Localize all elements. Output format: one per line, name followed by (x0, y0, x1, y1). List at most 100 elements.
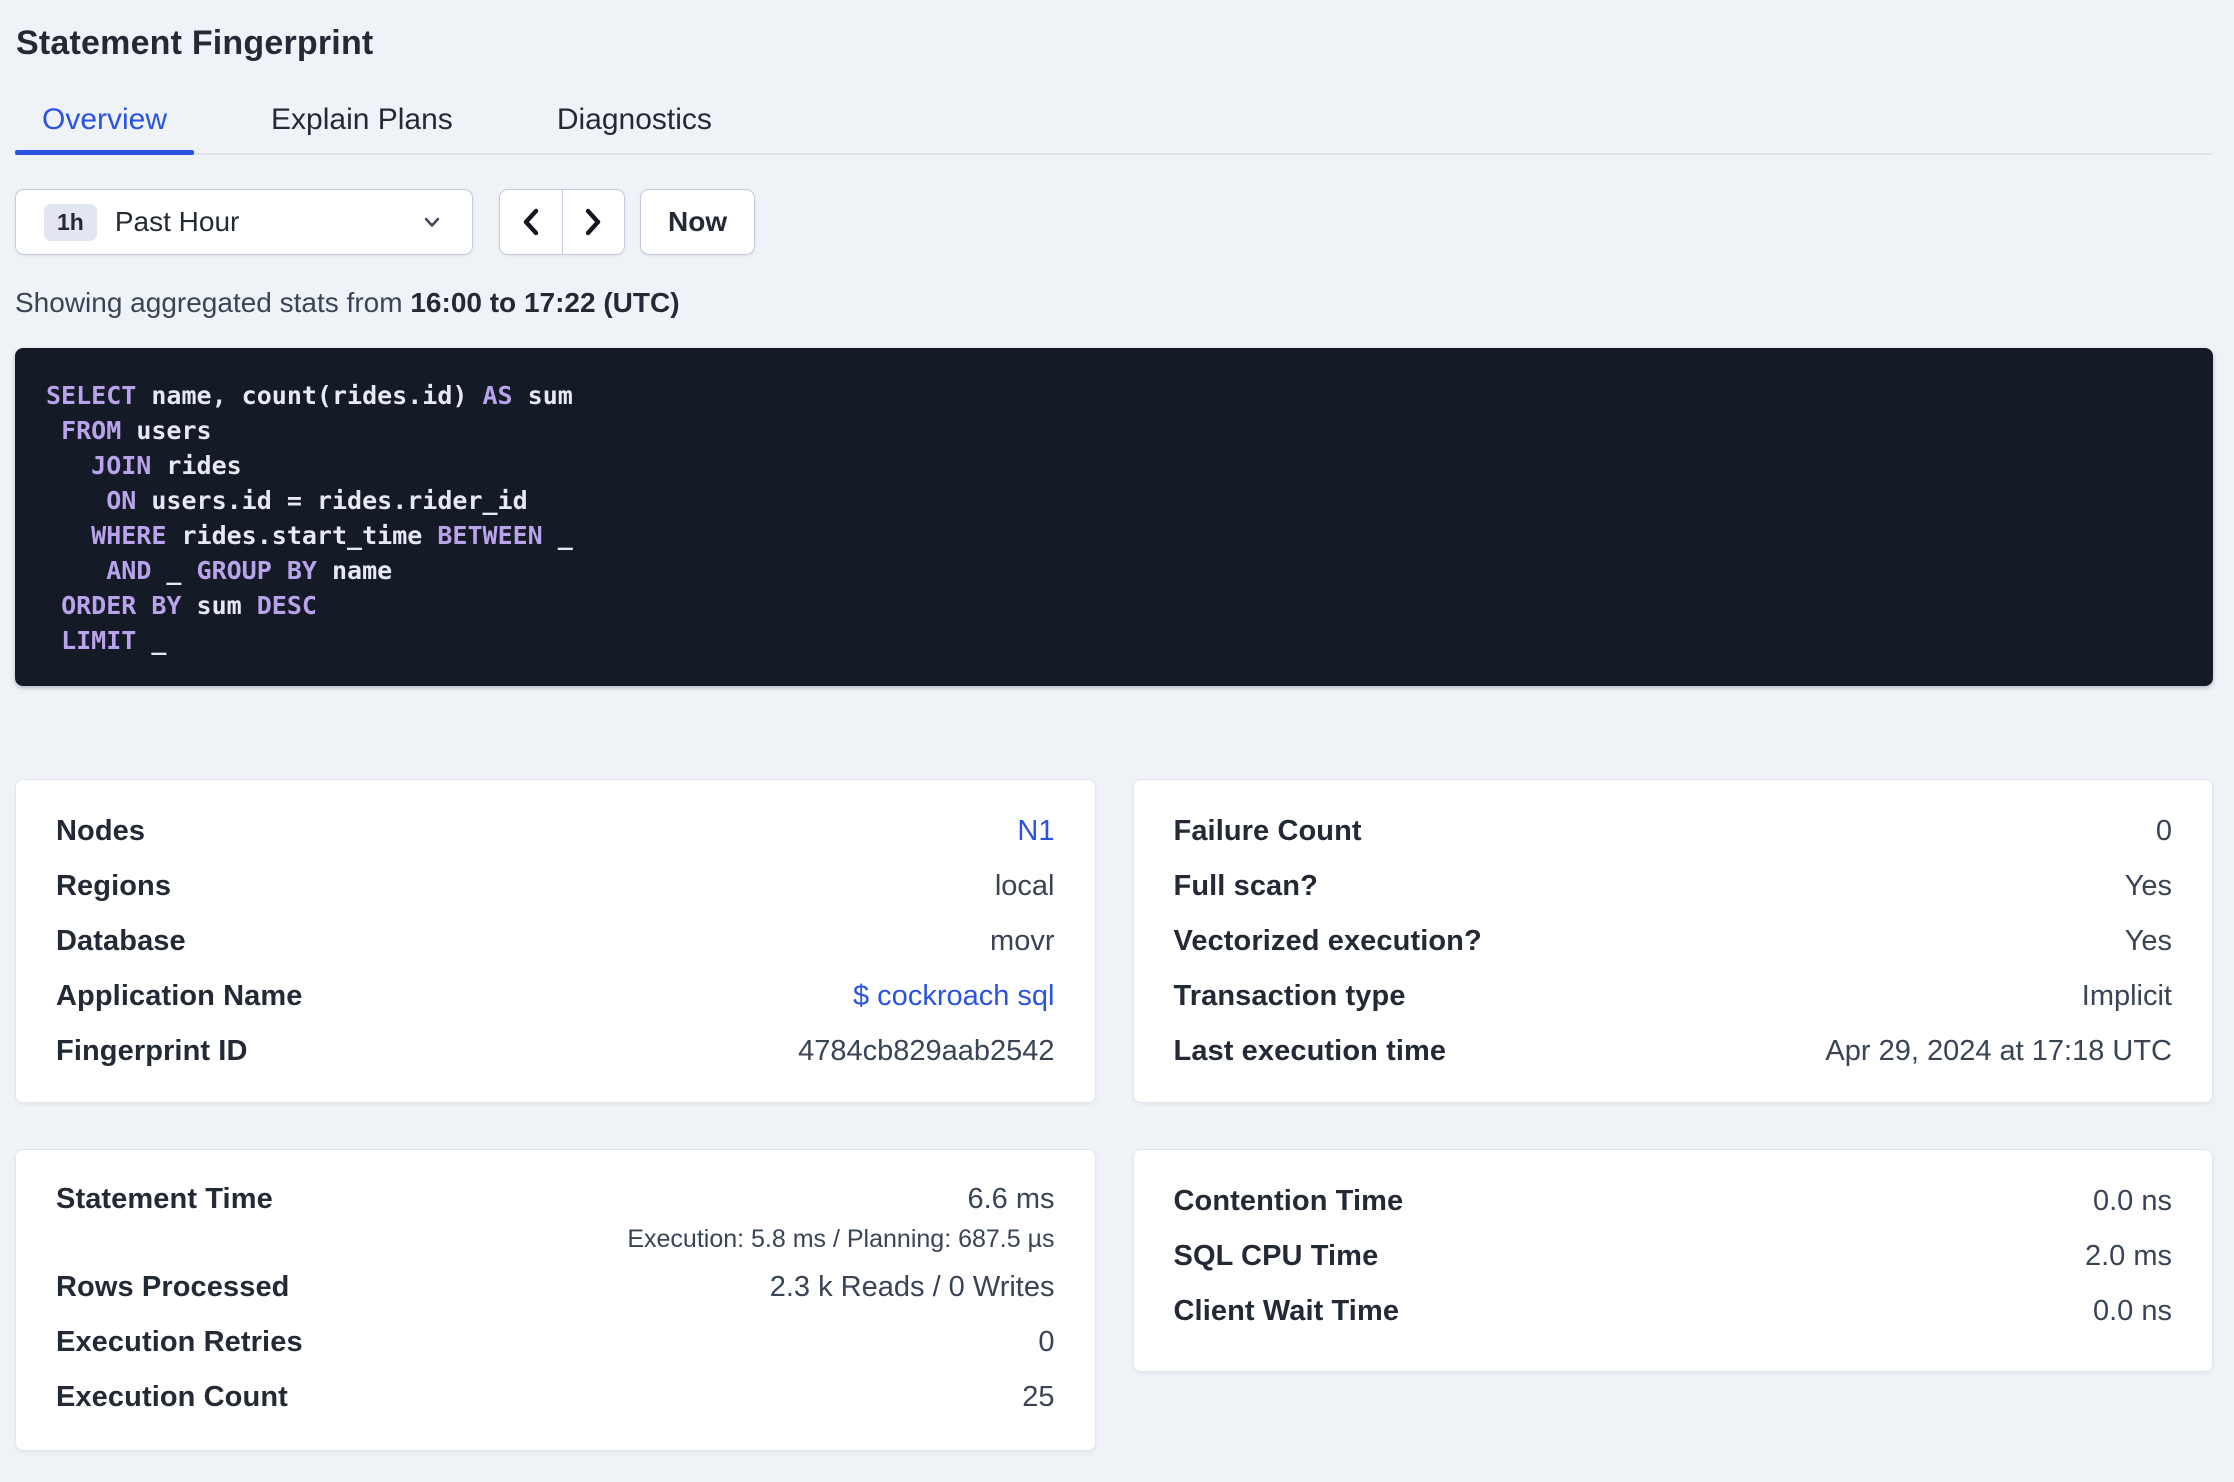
time-range-badge: 1h (44, 203, 97, 241)
row-value: 2.3 k Reads / 0 Writes (769, 1271, 1055, 1303)
sql-text: sum (181, 591, 257, 620)
time-controls: 1h Past Hour Now (15, 189, 2213, 255)
tab-diagnostics-label: Diagnostics (556, 103, 712, 136)
sql-keyword: ON (106, 486, 137, 515)
row-value: 25 (1022, 1381, 1055, 1413)
card-row: Client Wait Time 0.0 ns (1174, 1284, 2173, 1339)
card-row: SQL CPU Time 2.0 ms (1174, 1229, 2173, 1284)
row-label: Client Wait Time (1173, 1295, 1400, 1327)
row-value-group: N1 (1017, 815, 1054, 848)
row-label: Full scan? (1173, 870, 1318, 902)
row-value: 0 (2155, 815, 2172, 847)
card-row: Regions local (56, 859, 1055, 914)
tab-diagnostics[interactable]: Diagnostics (530, 89, 739, 153)
aggregated-stats-text: Showing aggregated stats from 16:00 to 1… (15, 287, 2213, 319)
statement-timing-card: Statement Time 6.6 ms Execution: 5.8 ms / … (15, 1149, 1096, 1451)
sql-text: _ (151, 556, 197, 585)
row-value-link[interactable]: $ cockroach sql (853, 980, 1055, 1013)
sql-line: LIMIT _ (46, 623, 2183, 658)
row-value-group: 2.0 ms (2085, 1240, 2172, 1273)
row-label: Vectorized execution? (1173, 925, 1482, 957)
row-value: movr (990, 925, 1055, 957)
chevron-right-icon (586, 208, 601, 236)
sql-text: users (121, 416, 212, 445)
time-range-dropdown[interactable]: 1h Past Hour (15, 189, 473, 255)
card-row: Failure Count 0 (1174, 804, 2173, 859)
sql-keyword: JOIN (91, 451, 152, 480)
chevron-down-icon (424, 217, 440, 227)
sql-keyword: ORDER BY (61, 591, 182, 620)
row-label: Regions (56, 870, 172, 902)
row-value-group: 4784cb829aab2542 (798, 1035, 1054, 1068)
row-value: Implicit (2081, 980, 2172, 1012)
row-value: 0 (1038, 1326, 1055, 1358)
time-range-label: Past Hour (114, 206, 240, 237)
tab-explain-plans-label: Explain Plans (271, 103, 453, 136)
aggregated-stats-range: 16:00 to 17:22 (UTC) (410, 287, 680, 318)
sql-text: users.id = rides.rider_id (136, 486, 528, 515)
row-value-group: 6.6 ms Execution: 5.8 ms / Planning: 687.… (627, 1183, 1054, 1254)
card-row: Nodes N1 (56, 804, 1055, 859)
row-label: Contention Time (1173, 1185, 1404, 1217)
next-time-interval-button[interactable] (562, 190, 624, 254)
row-value-group: 0 (2156, 815, 2172, 848)
row-value: 0.0 ns (2093, 1295, 2172, 1327)
sql-text: _ (136, 626, 167, 655)
active-tab-underline (15, 150, 195, 155)
row-value-group: Implicit (2082, 980, 2172, 1013)
sql-keyword: AS (482, 381, 513, 410)
sql-text: name (316, 556, 393, 585)
row-label: Transaction type (1173, 980, 1406, 1012)
row-label: Nodes (56, 815, 146, 847)
row-value: 2.0 ms (2084, 1240, 2172, 1272)
row-value: Apr 29, 2024 at 17:18 UTC (1825, 1035, 2172, 1067)
row-value-group: movr (990, 925, 1054, 958)
sql-line: FROM users (46, 413, 2183, 448)
row-label: Database (56, 925, 186, 957)
execution-attributes-card: Failure Count 0 Full scan? Yes Vectorized ex… (1132, 779, 2213, 1103)
tab-overview[interactable]: Overview (15, 89, 195, 155)
tab-explain-plans[interactable]: Explain Plans (244, 89, 480, 153)
card-row: Rows Processed 2.3 k Reads / 0 Writes (56, 1260, 1055, 1315)
chevron-left-icon (523, 208, 538, 236)
row-label: Application Name (56, 980, 303, 1012)
page-content: Statement Fingerprint Overview Explain P… (15, 24, 2213, 1451)
time-interval-arrows (499, 189, 625, 255)
page-title: Statement Fingerprint (16, 24, 374, 62)
row-value-link[interactable]: N1 (1017, 815, 1054, 848)
row-value-group: Apr 29, 2024 at 17:18 UTC (1825, 1035, 2172, 1068)
row-value: 4784cb829aab2542 (798, 1035, 1055, 1067)
previous-time-interval-button[interactable] (500, 190, 563, 254)
aggregated-stats-prefix: Showing aggregated stats from (15, 287, 411, 318)
card-row: Execution Retries 0 (56, 1315, 1055, 1370)
sql-keyword: BETWEEN (437, 521, 543, 550)
row-subvalue: Execution: 5.8 ms / Planning: 687.5 µs (627, 1225, 1055, 1253)
card-row: Statement Time 6.6 ms Execution: 5.8 ms / … (56, 1174, 1055, 1260)
card-row: Contention Time 0.0 ns (1174, 1174, 2173, 1229)
sql-keyword: SELECT (46, 381, 137, 410)
card-row: Transaction type Implicit (1174, 969, 2173, 1024)
sql-line: JOIN rides (46, 448, 2183, 483)
sql-keyword: LIMIT (61, 626, 137, 655)
statement-details-card: Nodes N1 Regions local Database movr Applicati… (15, 779, 1096, 1103)
row-value-group: 2.3 k Reads / 0 Writes (770, 1271, 1055, 1304)
row-value: Yes (2124, 870, 2172, 902)
card-row: Full scan? Yes (1174, 859, 2173, 914)
row-value-group: 0 (1038, 1326, 1054, 1359)
sql-text: sum (512, 381, 573, 410)
sql-keyword: DESC (256, 591, 317, 620)
row-value: 0.0 ns (2093, 1185, 2172, 1217)
sql-keyword: FROM (61, 416, 122, 445)
card-row: Application Name $ cockroach sql (56, 969, 1055, 1024)
sql-text: rides.start_time (166, 521, 438, 550)
now-button[interactable]: Now (640, 189, 756, 255)
row-value-group: Yes (2125, 925, 2172, 958)
card-row: Last execution time Apr 29, 2024 at 17:18… (1174, 1024, 2173, 1079)
sql-line: ORDER BY sum DESC (46, 588, 2183, 623)
sql-text: rides (151, 451, 242, 480)
tab-bar: Overview Explain Plans Diagnostics (15, 89, 2213, 155)
